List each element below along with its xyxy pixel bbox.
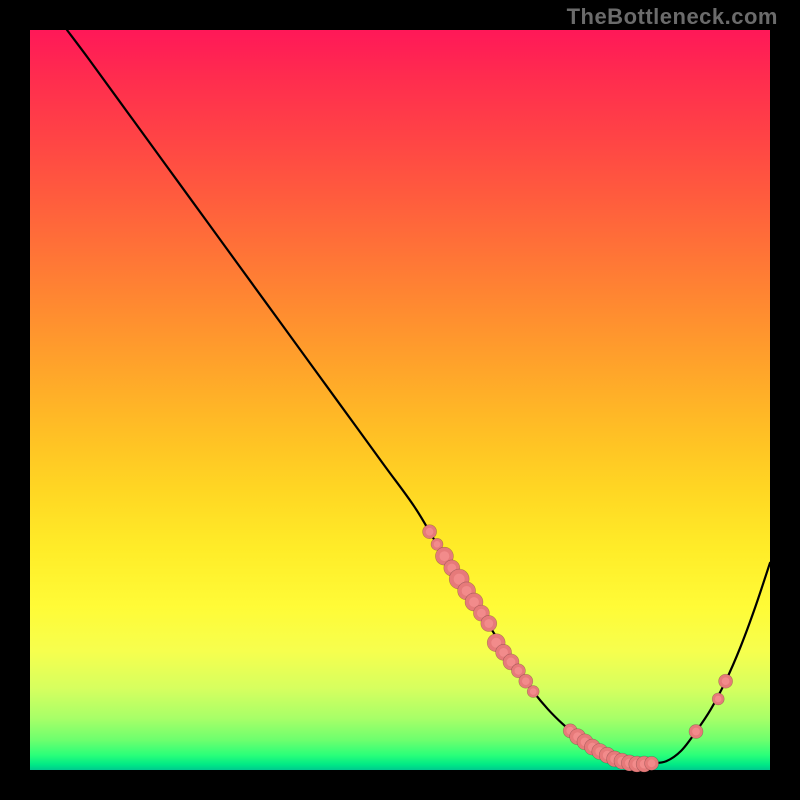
chart-root: TheBottleneck.com (0, 0, 800, 800)
data-point-inner (515, 667, 523, 675)
data-point-inner (522, 677, 530, 685)
data-point-inner (477, 609, 486, 618)
highlight-points (423, 525, 733, 772)
data-point-inner (426, 528, 434, 536)
data-point-inner (469, 597, 479, 607)
data-point-inner (692, 728, 700, 736)
data-point-inner (484, 619, 493, 628)
data-point-inner (722, 677, 730, 685)
data-point-inner (434, 541, 441, 548)
data-point-inner (648, 759, 656, 767)
data-point-inner (715, 696, 722, 703)
curve-overlay (30, 30, 770, 770)
data-point-inner (439, 551, 449, 561)
bottleneck-curve (67, 30, 770, 764)
plot-area (30, 30, 770, 770)
watermark-text: TheBottleneck.com (567, 4, 778, 30)
data-point-inner (530, 688, 537, 695)
